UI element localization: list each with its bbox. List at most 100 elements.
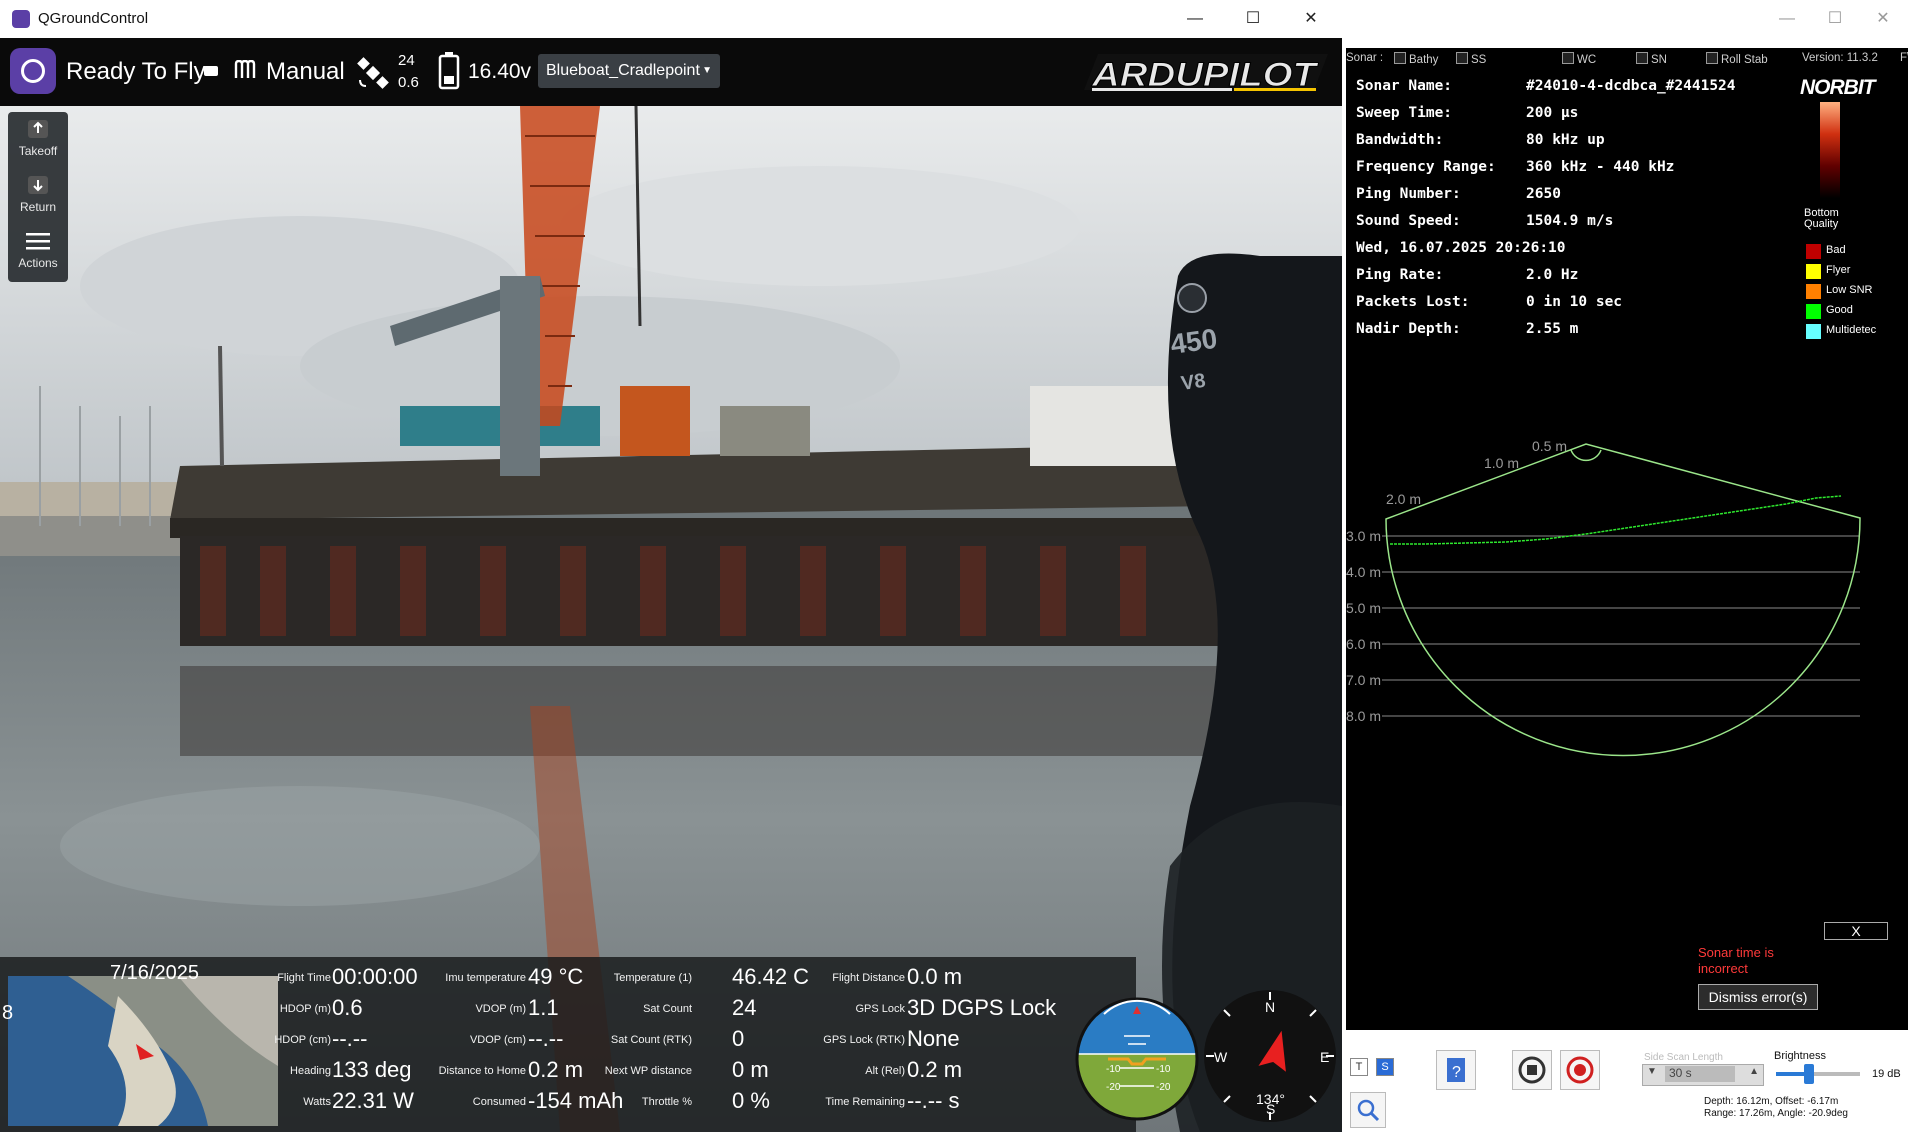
- label-distance-to-home: Distance to Home: [438, 1065, 526, 1077]
- minimize-button[interactable]: —: [1166, 0, 1224, 38]
- actions-tool[interactable]: Actions: [8, 230, 68, 270]
- record-button[interactable]: [1560, 1050, 1600, 1090]
- wc-checkbox[interactable]: WC: [1562, 52, 1596, 66]
- battery-icon[interactable]: [438, 52, 460, 90]
- vehicle-selector[interactable]: Blueboat_Cradlepoint ▼: [538, 54, 720, 88]
- brightness-handle[interactable]: [1804, 1064, 1814, 1084]
- attitude-indicator: -10 -10 -20 -20: [1075, 997, 1199, 1121]
- legend-label: Flyer: [1826, 264, 1851, 276]
- info-value: 0 in 10 sec: [1526, 294, 1623, 310]
- vehicle-status[interactable]: Ready To Fly: [66, 58, 206, 86]
- legend-label: Multidetec: [1826, 324, 1877, 336]
- ardupilot-logo: ARDUPILOT: [1084, 54, 1328, 92]
- chevron-up-icon[interactable]: ▲: [1749, 1066, 1759, 1077]
- legend-item: Bad: [1806, 244, 1846, 259]
- label-next-wp-distance: Next WP distance: [604, 1065, 692, 1077]
- info-value: 2.55 m: [1526, 321, 1579, 337]
- label-alt-rel: Alt (Rel): [865, 1065, 905, 1077]
- info-key: Frequency Range:: [1356, 159, 1496, 175]
- value-flight-distance: 0.0 m: [907, 964, 963, 989]
- zoom-button[interactable]: [1350, 1092, 1386, 1128]
- info-key: Nadir Depth:: [1356, 321, 1461, 337]
- legend-label: Good: [1826, 304, 1853, 316]
- side-scan-length-stepper[interactable]: ▼ 30 s ▲: [1642, 1064, 1764, 1086]
- label-watts: Watts: [303, 1096, 331, 1108]
- sonar-fan-display[interactable]: 3.0 m 4.0 m 5.0 m 6.0 m 7.0 m 8.0 m 0.5 …: [1346, 408, 1908, 788]
- value-imu-temperature: 49 °C: [528, 964, 584, 989]
- checkbox-label: Bathy: [1409, 54, 1439, 66]
- compass-n: N: [1265, 999, 1275, 1015]
- side-scan-length-value: 30 s: [1665, 1066, 1735, 1082]
- chevron-down-icon[interactable]: ▼: [1647, 1066, 1657, 1077]
- stop-icon: [1518, 1056, 1546, 1084]
- legend-label: Low SNR: [1826, 284, 1873, 296]
- intensity-scale: [1820, 102, 1840, 198]
- label-time-remaining: Time Remaining: [825, 1096, 905, 1108]
- close-button[interactable]: ✕: [1282, 0, 1340, 38]
- legend-swatch: [1806, 264, 1821, 279]
- gps-sat-count: 24: [398, 52, 415, 69]
- label-consumed: Consumed: [472, 1096, 526, 1108]
- dismiss-errors-button[interactable]: Dismiss error(s): [1698, 984, 1818, 1010]
- legend-swatch: [1806, 324, 1821, 339]
- label-vdop-cm: VDOP (cm): [469, 1034, 526, 1046]
- compass-w: W: [1214, 1049, 1228, 1065]
- label-flight-distance: Flight Distance: [832, 972, 905, 984]
- norbit-titlebar: — ☐ ✕: [1342, 0, 1918, 48]
- info-value: 360 kHz - 440 kHz: [1526, 159, 1675, 175]
- message-icon[interactable]: [204, 66, 218, 76]
- label-hdop-cm: HDOP (cm): [274, 1034, 331, 1046]
- tool-label: Return: [19, 200, 57, 214]
- main-toolbar: Ready To Fly Manual 24 0.6 16.40v Bluebo…: [0, 38, 1342, 106]
- label-vdop-m: VDOP (m): [475, 1003, 526, 1015]
- gps-satellite-icon: [357, 57, 389, 89]
- label-gps-lock-rtk: GPS Lock (RTK): [823, 1034, 905, 1046]
- value-hdop-m: 0.6: [332, 995, 363, 1020]
- legend-item: Flyer: [1806, 264, 1851, 279]
- flight-mode[interactable]: Manual: [266, 58, 345, 86]
- info-key: Sonar Name:: [1356, 78, 1453, 94]
- stop-button[interactable]: [1512, 1050, 1552, 1090]
- takeoff-tool[interactable]: Takeoff: [8, 118, 68, 158]
- ardupilot-logo-text: ARDUPILOT: [1091, 56, 1320, 92]
- legend-item: Multidetec: [1806, 324, 1877, 339]
- version-trail: F\: [1900, 52, 1908, 64]
- value-flight-time: 00:00:00: [332, 964, 418, 989]
- depth-ring-label: 1.0 m: [1484, 455, 1519, 471]
- mini-map[interactable]: [8, 976, 278, 1126]
- roll-stab-checkbox[interactable]: Roll Stab: [1706, 52, 1768, 66]
- takeoff-icon: [28, 120, 48, 138]
- ss-checkbox[interactable]: SS: [1456, 52, 1486, 66]
- maximize-button[interactable]: ☐: [1224, 0, 1282, 38]
- info-datetime: Wed, 16.07.2025 20:26:10: [1356, 240, 1566, 256]
- checkbox-icon: [1394, 52, 1406, 64]
- tool-label: Takeoff: [18, 144, 58, 158]
- norbit-close-button[interactable]: ✕: [1854, 0, 1912, 38]
- return-tool[interactable]: Return: [8, 174, 68, 214]
- vehicle-name: Blueboat_Cradlepoint: [546, 62, 700, 79]
- help-icon: ?: [1447, 1058, 1465, 1082]
- brightness-slider[interactable]: [1776, 1064, 1860, 1084]
- error-close-button[interactable]: X: [1824, 922, 1888, 940]
- value-time-remaining: --.-- s: [907, 1088, 960, 1113]
- legend-swatch: [1806, 284, 1821, 299]
- value-vdop-m: 1.1: [528, 995, 559, 1020]
- s-toggle-button[interactable]: S: [1376, 1058, 1394, 1076]
- value-sat-count: 24: [732, 995, 757, 1020]
- t-toggle-button[interactable]: T: [1350, 1058, 1368, 1076]
- pitch-mark-label: -20: [1106, 1082, 1121, 1093]
- legend-item: Good: [1806, 304, 1853, 319]
- bottom-quality-title: Bottom Quality: [1804, 207, 1839, 230]
- bathy-checkbox[interactable]: Bathy: [1394, 52, 1438, 66]
- qgc-logo-button[interactable]: [10, 48, 56, 94]
- info-key: Sound Speed:: [1356, 213, 1461, 229]
- checkbox-icon: [1636, 52, 1648, 64]
- legend-item: Low SNR: [1806, 284, 1873, 299]
- window-title: QGroundControl: [38, 10, 149, 27]
- svg-text:V8: V8: [1180, 370, 1207, 395]
- info-value: 2650: [1526, 186, 1561, 202]
- chevron-down-icon: ▼: [702, 65, 712, 76]
- help-button[interactable]: ?: [1436, 1050, 1476, 1090]
- info-value: 1504.9 m/s: [1526, 213, 1614, 229]
- sn-checkbox[interactable]: SN: [1636, 52, 1667, 66]
